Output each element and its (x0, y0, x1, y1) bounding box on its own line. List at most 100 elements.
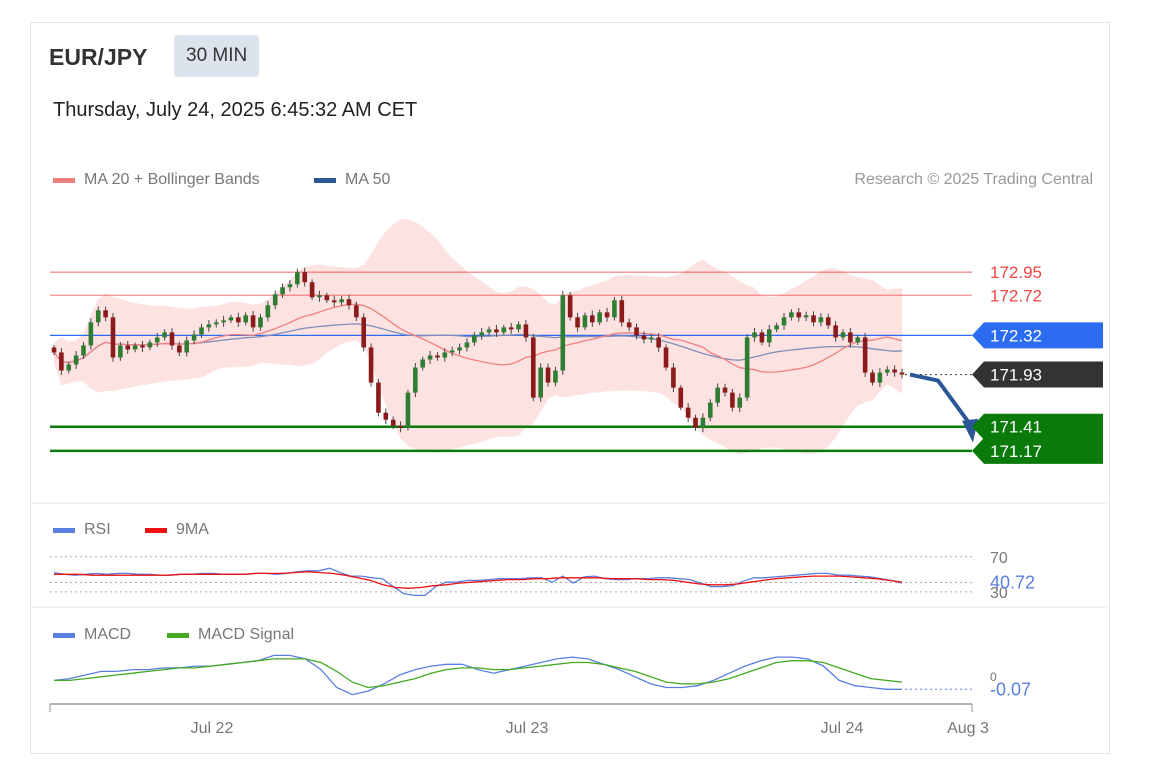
candle-body (486, 329, 492, 333)
time-axis: Jul 22 Jul 23 Jul 24 Aug 3 (31, 502, 1107, 737)
candle-body (516, 324, 521, 330)
candle-body (884, 369, 890, 373)
candle-body (88, 322, 94, 346)
candle-body (228, 317, 234, 321)
candle-body (154, 337, 160, 343)
candle-body (435, 355, 440, 358)
candle-body (553, 370, 558, 383)
support-label: 171.41 (990, 418, 1042, 437)
candle-body (339, 299, 344, 303)
macd-line (53, 654, 902, 696)
candle-body (51, 347, 57, 353)
candle-body (110, 317, 116, 358)
candle-body (479, 332, 484, 336)
candle-body (722, 387, 728, 393)
candle-body (619, 300, 625, 323)
x-tick-label: Jul 23 (506, 720, 549, 737)
candle-body (59, 352, 64, 371)
candle-body (250, 315, 256, 328)
candle-body (833, 325, 838, 338)
candle-body (258, 317, 263, 328)
candle-body (265, 305, 271, 318)
forecast-arrow (905, 372, 978, 443)
candle-body (840, 332, 846, 338)
candle-body (368, 347, 374, 383)
support-label: 171.17 (990, 442, 1042, 461)
price-tags: 172.95 172.72 172.32 171.41 171.17 171.93 (972, 263, 1103, 464)
candle-body (118, 345, 123, 358)
forecast-arrow-line (909, 372, 971, 424)
candle-body (390, 419, 396, 426)
candle-body (501, 327, 507, 333)
candle-body (811, 315, 816, 323)
candle-body (877, 372, 883, 383)
candle-body (361, 317, 367, 348)
candle-body (132, 345, 138, 350)
candle-body (848, 332, 853, 343)
resistance-label: 172.72 (990, 286, 1042, 305)
candle-body (685, 407, 691, 418)
candle-body (413, 367, 418, 393)
candle-body (405, 392, 411, 428)
candle-body (862, 337, 868, 373)
candle-body (287, 284, 293, 288)
candle-body (383, 412, 389, 420)
candle-body (169, 332, 175, 346)
macd-signal-line (54, 658, 903, 689)
candle-body (582, 315, 588, 328)
candle-body (346, 299, 352, 306)
candle-body (272, 294, 278, 306)
candle-body (803, 315, 809, 318)
candle-body (759, 332, 765, 343)
candle-body (899, 372, 905, 375)
candle-body (545, 367, 551, 383)
candle-body (641, 335, 647, 340)
candle-body (678, 387, 684, 408)
rsi-last-label: 40.72 (990, 572, 1035, 592)
candle-body (177, 345, 182, 353)
candle-body (744, 337, 750, 398)
candle-body (464, 342, 470, 348)
candle-body (206, 324, 212, 328)
candle-body (818, 317, 824, 323)
candle-body (243, 315, 249, 323)
candle-body (730, 392, 735, 408)
candle-body (523, 324, 529, 338)
candle-body (774, 325, 779, 330)
candle-body (449, 350, 455, 353)
candle-body (575, 317, 580, 328)
candle-body (309, 282, 315, 298)
candle-body (870, 372, 875, 383)
candle-body (604, 312, 610, 318)
chart-svg[interactable]: 172.95 172.72 172.32 171.41 171.17 171.93 703… (0, 0, 1150, 778)
candle-body (560, 295, 566, 371)
candle-body (494, 329, 499, 333)
candle-body (199, 327, 204, 335)
candle-body (184, 340, 190, 353)
candle-body (331, 300, 337, 303)
x-tick-label: Jul 22 (191, 720, 234, 737)
candle-body (663, 347, 669, 368)
candle-body (125, 345, 131, 350)
candle-body (162, 332, 167, 338)
candle-body (656, 337, 661, 348)
x-tick-label: Jul 24 (821, 720, 864, 737)
rsi-level-label: 70 (990, 550, 1008, 567)
candle-body (420, 359, 425, 368)
candle-body (789, 312, 794, 318)
forecast-arrowhead (962, 418, 978, 443)
candle-body (73, 355, 79, 365)
last-price-label: 171.93 (990, 366, 1042, 385)
candle-body (191, 334, 197, 341)
rsi-panel: 703040.72 (50, 550, 1035, 602)
candle-body (354, 305, 359, 318)
candle-body (567, 295, 573, 318)
pivot-label: 172.32 (990, 326, 1042, 345)
resistance-label: 172.95 (990, 263, 1042, 282)
candle-body (81, 345, 86, 356)
candle-body (472, 335, 477, 343)
candle-body (140, 345, 145, 348)
candle-body (95, 310, 101, 323)
candle-body (317, 295, 322, 298)
candle-body (766, 329, 772, 343)
